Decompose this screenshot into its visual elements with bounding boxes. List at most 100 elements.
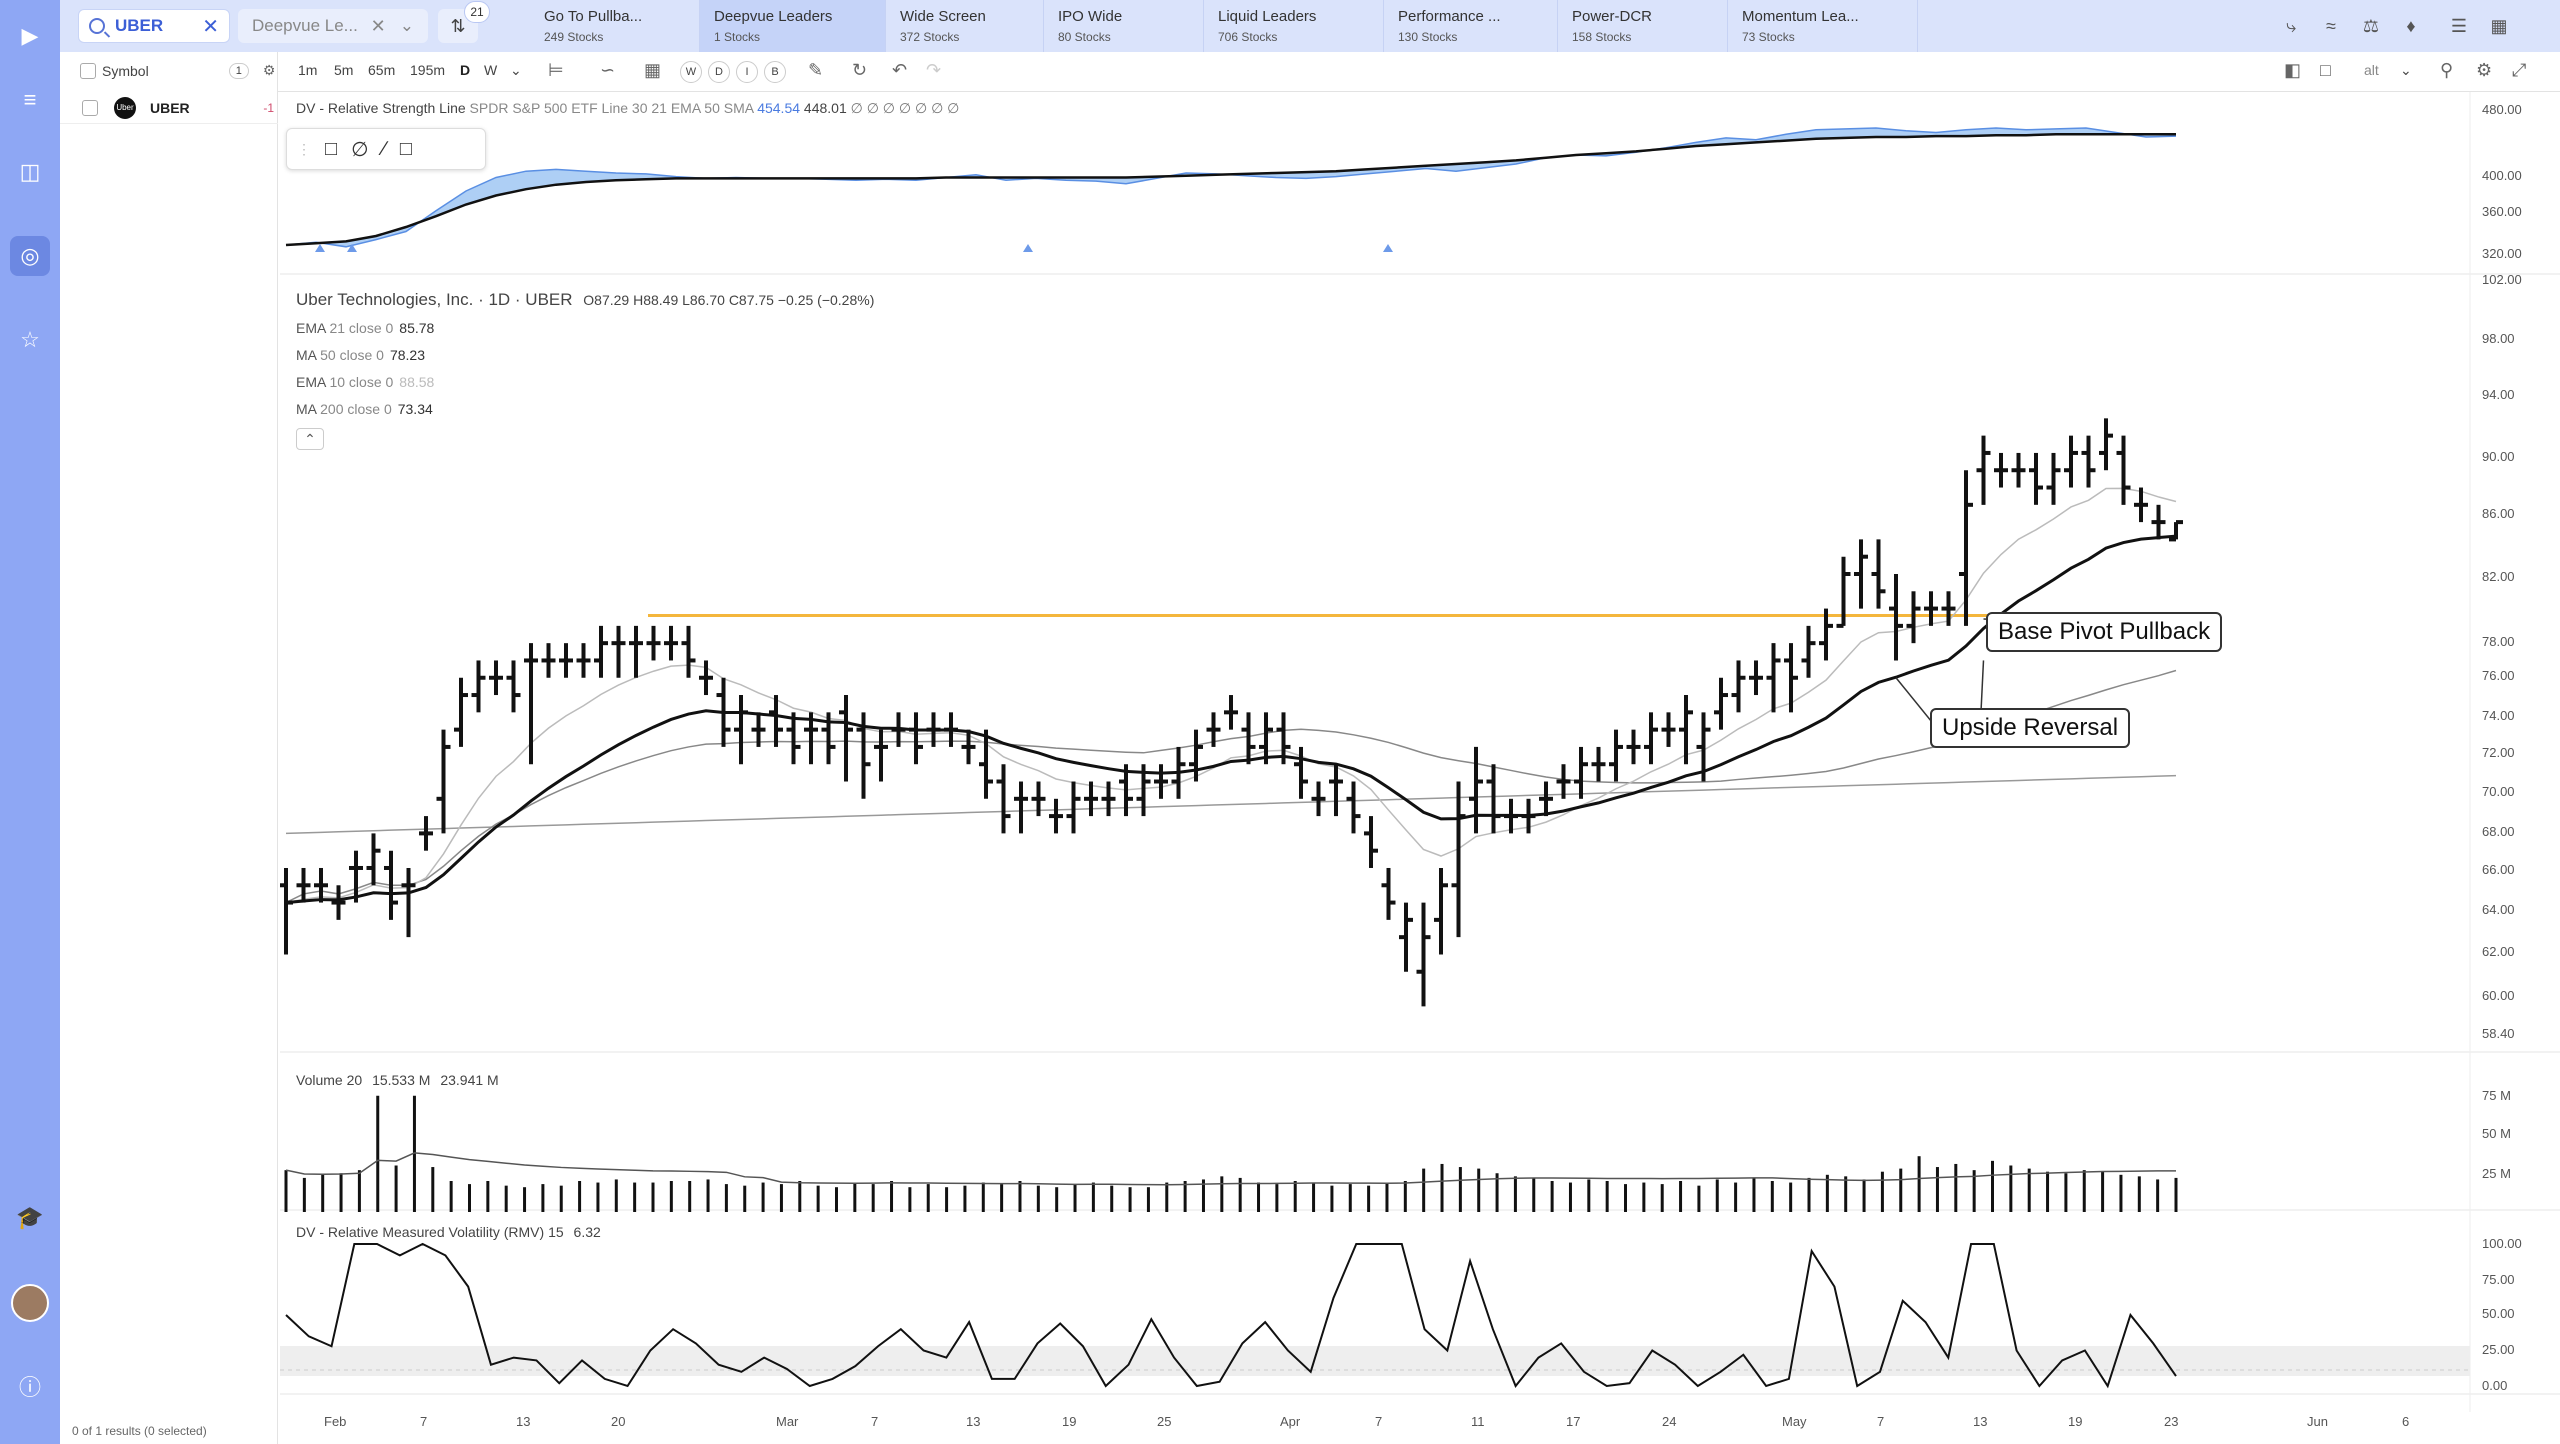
bell-icon[interactable]: ♦ <box>2396 12 2426 40</box>
play-logo-icon[interactable]: ▶ <box>10 16 50 56</box>
list-view-icon[interactable]: ☰ <box>2444 12 2474 40</box>
intraday-button[interactable]: I <box>736 61 758 83</box>
watchlist-tab[interactable]: IPO Wide 80 Stocks <box>1044 0 1204 52</box>
watchlist-tab[interactable]: Liquid Leaders 706 Stocks <box>1204 0 1384 52</box>
interval-w[interactable]: W <box>484 62 497 78</box>
results-status: 0 of 1 results (0 selected) <box>72 1424 207 1438</box>
search-value[interactable]: UBER <box>115 16 202 36</box>
indicator-legend-row[interactable]: MA 50 close 0 78.23 <box>296 347 425 363</box>
volume-legend-name: Volume 20 <box>296 1072 363 1088</box>
help-icon[interactable]: ⓘ <box>10 1366 50 1406</box>
refresh-icon[interactable]: ↻ <box>852 60 867 81</box>
fib-tool-icon[interactable]: ∅ <box>351 137 368 162</box>
list-icon[interactable]: ≡ <box>10 80 50 120</box>
watchlist-tab[interactable]: Go To Pullba... 249 Stocks <box>530 0 700 52</box>
line-tool-icon[interactable]: ∽ <box>600 60 615 81</box>
clear-search-icon[interactable]: ✕ <box>202 14 219 39</box>
callout-upside-reversal[interactable]: Upside Reversal <box>1930 708 2131 748</box>
list-item[interactable]: Uber UBER -1 <box>60 92 278 124</box>
interval-195m[interactable]: 195m <box>410 62 445 78</box>
rs-new-high-marker <box>1023 244 1033 252</box>
clear-watchlist-icon[interactable]: ✕ <box>371 16 386 37</box>
price-axis-label: 76.00 <box>2482 668 2515 683</box>
symbol-count-badge: 1 <box>228 62 249 79</box>
watchlist-tab[interactable]: Performance ... 130 Stocks <box>1384 0 1558 52</box>
watchlist-tab[interactable]: Deepvue Leaders 1 Stocks <box>700 0 886 52</box>
price-axis-label: 90.00 <box>2482 449 2515 464</box>
folder-icon[interactable]: □ <box>2320 60 2331 81</box>
price-axis-label: 86.00 <box>2482 506 2515 521</box>
comment-tool-icon[interactable]: □ <box>400 138 412 161</box>
price-axis-label: 70.00 <box>2482 784 2515 799</box>
zoom-icon[interactable]: ⚲ <box>2440 60 2453 81</box>
row-checkbox[interactable] <box>82 99 98 116</box>
watchlist-select[interactable]: Deepvue Le... ✕ ⌄ <box>238 9 428 43</box>
symbol-header-label[interactable]: Symbol <box>102 63 149 79</box>
panel-icon[interactable]: ◧ <box>2284 60 2301 81</box>
watchlist-tab-count: 80 Stocks <box>1058 30 1111 44</box>
date-axis-label: May <box>1782 1414 1807 1429</box>
chart-area[interactable]: DV - Relative Strength Line SPDR S&P 500… <box>280 92 2560 1444</box>
scale-icon[interactable]: ⚖ <box>2356 12 2386 40</box>
watchlist-tab-name: Deepvue Leaders <box>714 8 833 25</box>
chart-toolbar: 1m 5m 65m 195m D W ⌄ ⊨ ∽ ▦ W D I B ✎ ↻ ↶… <box>60 52 2560 92</box>
drag-handle-icon[interactable]: ⋮ <box>297 141 311 158</box>
indicators-icon[interactable]: ⊨ <box>548 60 564 81</box>
interval-5m[interactable]: 5m <box>334 62 353 78</box>
settings-icon[interactable]: ⚙ <box>2476 60 2492 81</box>
redo-icon[interactable]: ↷ <box>926 60 941 81</box>
collapse-legend-button[interactable]: ⌃ <box>296 428 324 450</box>
chart-type-icon[interactable]: ≈ <box>2316 12 2346 40</box>
watchlist-tab[interactable]: Wide Screen 372 Stocks <box>886 0 1044 52</box>
rmv-value: 6.32 <box>573 1224 601 1240</box>
trendline-tool-icon[interactable]: ∕ <box>383 138 386 161</box>
date-axis-label: 25 <box>1157 1414 1172 1429</box>
pen-icon[interactable]: ✎ <box>808 60 823 81</box>
watchlist-tab[interactable]: Power-DCR 158 Stocks <box>1558 0 1728 52</box>
b-button[interactable]: B <box>764 61 786 83</box>
indicator-name: EMA <box>296 374 326 390</box>
avatar[interactable] <box>11 1284 49 1322</box>
grid-view-icon[interactable]: ▦ <box>2484 12 2514 40</box>
indicator-name: MA <box>296 401 317 417</box>
callout-base-pivot[interactable]: Base Pivot Pullback <box>1986 612 2223 652</box>
price-axis-label: 64.00 <box>2482 902 2515 917</box>
share-icon[interactable]: ⤷ <box>2276 12 2306 40</box>
symbol-list-header: Symbol 1 ⚙ <box>80 62 275 79</box>
education-icon[interactable]: 🎓 <box>10 1198 50 1238</box>
rs-axis-label: 400.00 <box>2482 168 2522 183</box>
interval-d[interactable]: D <box>460 62 470 78</box>
interval-65m[interactable]: 65m <box>368 62 395 78</box>
chevron-down-icon[interactable]: ⌄ <box>400 16 414 36</box>
daily-button[interactable]: D <box>708 61 730 83</box>
date-axis-label: Feb <box>324 1414 347 1429</box>
indicator-legend-row[interactable]: EMA 10 close 0 88.58 <box>296 374 434 390</box>
price-axis-label: 72.00 <box>2482 745 2515 760</box>
layout-chevron-icon[interactable]: ⌄ <box>2400 62 2412 79</box>
watchlist-tab-count: 158 Stocks <box>1572 30 1632 44</box>
date-axis-label: 7 <box>1375 1414 1383 1429</box>
rmv-axis-label: 50.00 <box>2482 1306 2515 1321</box>
indicator-legend-row[interactable]: MA 200 close 0 73.34 <box>296 401 433 417</box>
interval-chevron-icon[interactable]: ⌄ <box>510 62 522 79</box>
layout-name[interactable]: alt <box>2364 62 2379 78</box>
weekly-button[interactable]: W <box>680 61 702 83</box>
dashboard-icon[interactable]: ◫ <box>10 152 50 192</box>
fullscreen-icon[interactable]: ⤢ <box>2512 60 2526 81</box>
undo-icon[interactable]: ↶ <box>892 60 907 81</box>
watchlist-tab[interactable]: Momentum Lea... 73 Stocks <box>1728 0 1918 52</box>
rs-fill <box>286 128 2176 247</box>
search-input[interactable]: UBER ✕ <box>78 9 230 43</box>
indicator-legend-row[interactable]: EMA 21 close 0 85.78 <box>296 320 434 336</box>
list-settings-icon[interactable]: ⚙ <box>263 62 276 79</box>
layout-icon[interactable]: ▦ <box>644 60 661 81</box>
filter-button[interactable]: ⇅ 21 <box>438 1 490 43</box>
select-all-checkbox[interactable] <box>80 62 96 79</box>
rs-legend-name: DV - Relative Strength Line <box>296 100 466 116</box>
star-icon[interactable]: ☆ <box>10 320 50 360</box>
interval-1m[interactable]: 1m <box>298 62 317 78</box>
rectangle-tool-icon[interactable]: □ <box>325 138 337 161</box>
chart-icon[interactable]: ◎ <box>10 236 50 276</box>
rs-new-high-marker <box>315 244 325 252</box>
price-axis-label: 58.40 <box>2482 1026 2515 1041</box>
